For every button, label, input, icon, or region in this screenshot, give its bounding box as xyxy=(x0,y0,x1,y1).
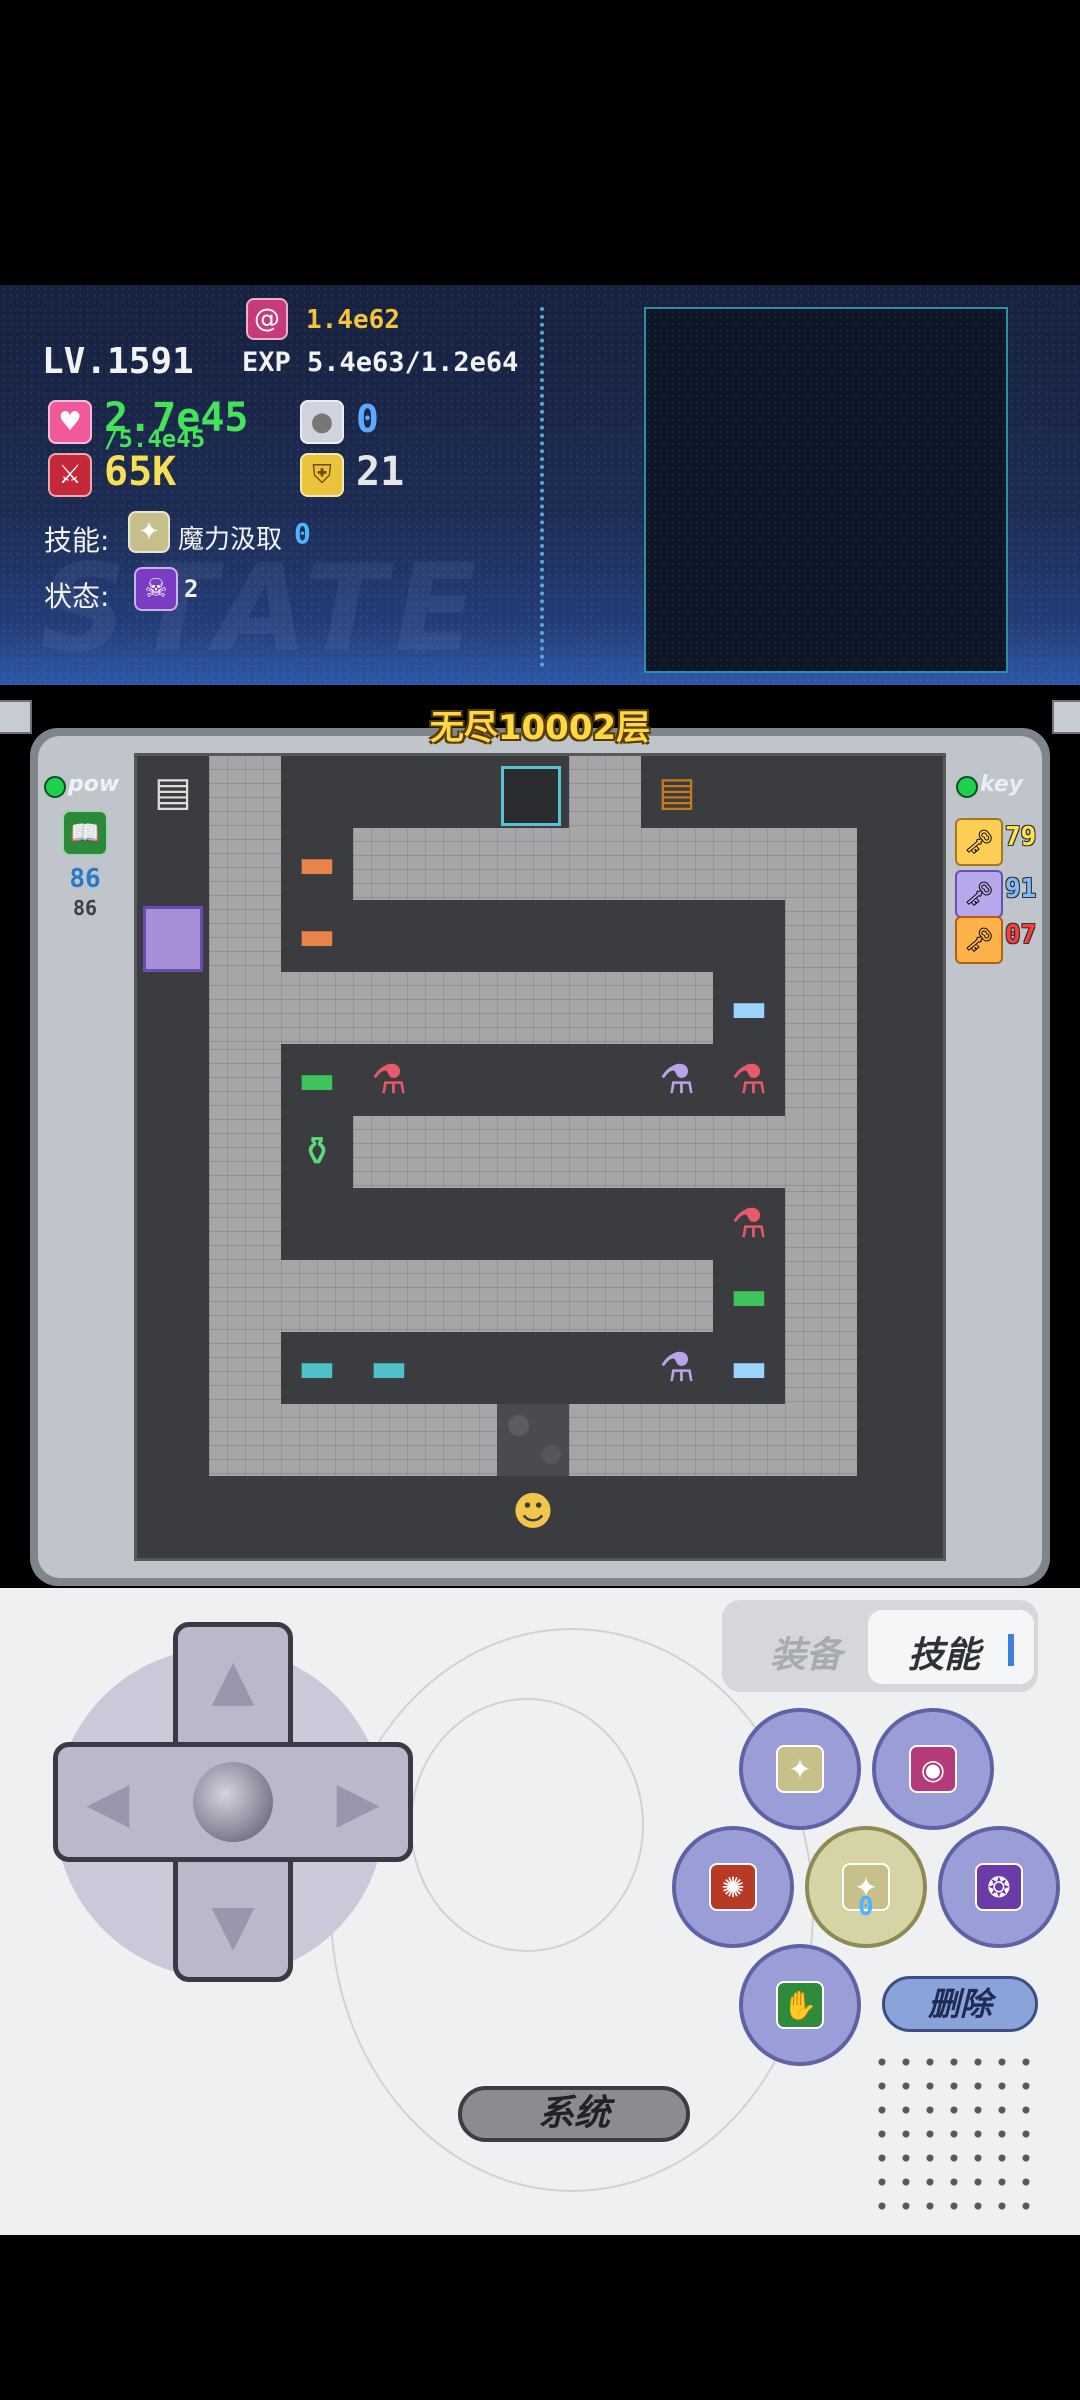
map-path xyxy=(353,828,857,900)
teal-book-icon[interactable]: ▬ xyxy=(281,1332,353,1404)
yellow-key-row: 🗝 79 xyxy=(955,818,1065,866)
purple-gate-icon[interactable] xyxy=(143,906,203,972)
red-key-count: 07 xyxy=(1005,920,1037,950)
yellow-key-icon: 🗝 xyxy=(955,818,1003,866)
red-potion-icon[interactable]: ⚗ xyxy=(713,1044,785,1116)
player-character-icon[interactable]: ☻ xyxy=(497,1476,569,1548)
spellbook-icon[interactable]: 📖 xyxy=(62,810,108,856)
pow-indicator-dot xyxy=(44,776,66,798)
skill-button-selected[interactable]: ✦ xyxy=(805,1826,927,1948)
floor-title: 无尽10002层 xyxy=(429,708,651,748)
orb-icon: ● xyxy=(300,400,344,444)
attack-icon: ⚔ xyxy=(48,453,92,497)
red-key-icon: 🗝 xyxy=(955,916,1003,964)
state-count: 2 xyxy=(184,575,199,603)
magic-swirl-icon: @ xyxy=(246,298,288,340)
right-edge-tab xyxy=(1052,700,1080,734)
delete-button[interactable]: 删除 xyxy=(882,1976,1038,2032)
yellow-key-count: 79 xyxy=(1005,822,1037,852)
map-path xyxy=(209,1404,497,1476)
purple-potion-icon[interactable]: ⚗ xyxy=(641,1332,713,1404)
teal-book-icon[interactable]: ▬ xyxy=(353,1332,425,1404)
pow-value: 86 xyxy=(69,864,101,894)
map-path xyxy=(353,1116,857,1188)
fire-swirl-icon: ✺ xyxy=(709,1863,757,1911)
demon-mask-state-icon[interactable]: ☠ xyxy=(134,567,178,611)
skill-name: 魔力汲取 xyxy=(178,525,283,555)
map-wall xyxy=(497,1404,569,1476)
shield-icon: ⛨ xyxy=(300,453,344,497)
green-book-icon[interactable]: ▬ xyxy=(281,1044,353,1116)
red-key-row: 🗝 07 xyxy=(955,916,1065,964)
state-label: 状态: xyxy=(44,580,110,613)
dpad-down-button[interactable]: ▼ xyxy=(178,1875,288,1975)
pow-label: pow xyxy=(68,772,120,797)
system-button[interactable]: 系统 xyxy=(458,2086,690,2142)
level-text: LV.1591 xyxy=(42,341,194,382)
minimap[interactable] xyxy=(644,307,1008,673)
status-panel: STATE @ 1.4e62 LV.1591 EXP 5.4e63/1.2e64… xyxy=(0,285,1080,685)
game-map[interactable]: ▤ ▤ ▬ ▬ ▬ ▬ ⚗ ⚗ ⚗ ⚱ ⚗ ▬ ▬ ▬ ⚗ ▬ ☻ xyxy=(134,753,946,1561)
tab-skill-indicator xyxy=(1008,1634,1014,1666)
heart-icon: ♥ xyxy=(48,400,92,444)
skill-button-vortex[interactable]: ❂ xyxy=(938,1826,1060,1948)
blue-book-icon[interactable]: ▬ xyxy=(713,1332,785,1404)
hand-icon: ✋ xyxy=(776,1981,824,2029)
red-potion-icon[interactable]: ⚗ xyxy=(713,1188,785,1260)
tab-skill[interactable]: 技能 xyxy=(908,1626,980,1678)
map-path xyxy=(209,1260,713,1332)
gold-chest-icon[interactable]: ▤ xyxy=(641,756,713,828)
eye-icon: ◉ xyxy=(909,1745,957,1793)
mana-drain-skill-icon[interactable]: ✦ xyxy=(128,511,170,553)
magic-value: 1.4e62 xyxy=(306,305,400,335)
pow-sub-value: 86 xyxy=(72,896,98,920)
dpad-right-button[interactable]: ▶ xyxy=(308,1752,408,1852)
green-book-icon[interactable]: ▬ xyxy=(713,1260,785,1332)
blue-key-row: 🗝 91 xyxy=(955,870,1065,918)
stairs-portal-icon[interactable] xyxy=(501,766,561,826)
orange-book-icon[interactable]: ▬ xyxy=(281,900,353,972)
blue-key-count: 91 xyxy=(1005,874,1037,904)
skill-button-hand[interactable]: ✋ xyxy=(739,1944,861,2066)
orb-count: 0 xyxy=(356,397,379,441)
tab-equip[interactable]: 装备 xyxy=(770,1626,842,1678)
dpad-center xyxy=(193,1762,273,1842)
defense-value: 21 xyxy=(356,449,405,495)
dpad-up-button[interactable]: ▲ xyxy=(178,1630,288,1730)
skill-button-eye[interactable]: ◉ xyxy=(872,1708,994,1830)
panel-separator xyxy=(540,307,544,667)
sparkle-icon: ✦ xyxy=(776,1745,824,1793)
map-path xyxy=(569,1404,857,1476)
key-indicator-dot xyxy=(956,776,978,798)
vortex-icon: ❂ xyxy=(975,1863,1023,1911)
orange-book-icon[interactable]: ▬ xyxy=(281,828,353,900)
speaker-grille xyxy=(870,2050,1030,2210)
map-path xyxy=(209,756,281,1476)
purple-potion-icon[interactable]: ⚗ xyxy=(641,1044,713,1116)
character-illustration-detail xyxy=(410,1698,644,1952)
exp-text: EXP 5.4e63/1.2e64 xyxy=(242,347,519,378)
dpad-left-button[interactable]: ◀ xyxy=(58,1752,158,1852)
map-path xyxy=(569,756,641,828)
left-edge-tab xyxy=(0,700,32,734)
skill-button-mana-drain[interactable]: ✦ xyxy=(739,1708,861,1830)
skill-count: 0 xyxy=(294,517,311,550)
skill-label: 技能: xyxy=(44,524,110,557)
skill-button-fire[interactable]: ✺ xyxy=(672,1826,794,1948)
key-label: key xyxy=(980,772,1024,797)
skill-slot-count: 0 xyxy=(858,1892,874,1922)
attack-value: 65K xyxy=(104,449,177,495)
red-potion-icon[interactable]: ⚗ xyxy=(353,1044,425,1116)
map-path xyxy=(209,972,713,1044)
silver-chest-icon[interactable]: ▤ xyxy=(137,756,209,828)
blue-key-icon: 🗝 xyxy=(955,870,1003,918)
green-vase-icon[interactable]: ⚱ xyxy=(281,1116,353,1188)
blue-book-icon[interactable]: ▬ xyxy=(713,972,785,1044)
